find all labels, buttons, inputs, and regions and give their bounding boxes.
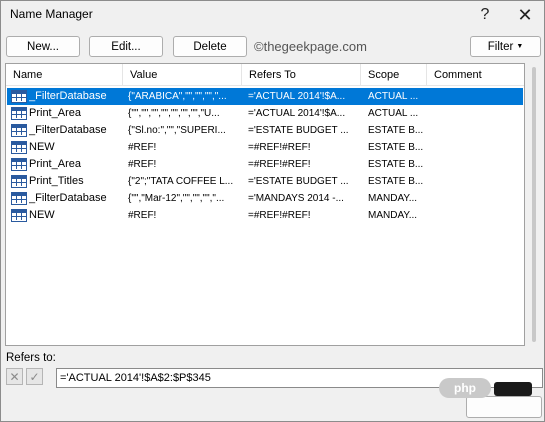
table-name-icon [11, 173, 29, 190]
name-manager-dialog: Name Manager ? ✕ New... Edit... Delete ©… [0, 0, 545, 422]
watermark: ©thegeekpage.com [254, 39, 367, 54]
row-scope: ACTUAL ... [368, 108, 419, 119]
table-name-icon [11, 207, 29, 224]
list-row[interactable]: Print_Titles {"2";"TATA COFFEE L... ='ESTA… [7, 173, 523, 190]
row-scope: ESTATE B... [368, 176, 424, 187]
refers-to-label: Refers to: [6, 352, 56, 364]
row-refers-to: ='ESTATE BUDGET ... [248, 176, 349, 187]
column-header-name[interactable]: Name [6, 64, 123, 86]
row-name: Print_Area [29, 107, 81, 119]
row-comment [433, 88, 521, 105]
row-refers-to: ='ESTATE BUDGET ... [248, 125, 349, 136]
cancel-icon[interactable]: ✕ [6, 368, 23, 385]
row-name: _FilterDatabase [29, 192, 107, 204]
row-scope: ESTATE B... [368, 125, 424, 136]
close-button[interactable] [466, 396, 542, 418]
column-header-scope[interactable]: Scope [361, 64, 427, 86]
list-row[interactable]: NEW #REF! =#REF!#REF! ESTATE B... [7, 139, 523, 156]
row-comment [433, 207, 521, 224]
row-comment [433, 122, 521, 139]
column-header-comment[interactable]: Comment [427, 64, 526, 86]
row-refers-to: =#REF!#REF! [248, 142, 311, 153]
row-comment [433, 156, 521, 173]
row-comment [433, 190, 521, 207]
column-header-value[interactable]: Value [123, 64, 242, 86]
row-name: _FilterDatabase [29, 90, 107, 102]
scrollbar-thumb[interactable] [532, 67, 536, 342]
dialog-title: Name Manager [10, 7, 93, 21]
list-row[interactable]: _FilterDatabase {"","Mar-12","","","","..… [7, 190, 523, 207]
names-list[interactable]: Name Value Refers To Scope Comment _Filt… [5, 63, 525, 346]
filter-button[interactable]: Filter ▼ [470, 36, 541, 57]
row-name: _FilterDatabase [29, 124, 107, 136]
delete-button[interactable]: Delete [173, 36, 247, 57]
row-refers-to: ='ACTUAL 2014'!$A... [248, 108, 346, 119]
row-scope: ACTUAL ... [368, 91, 419, 102]
edit-button[interactable]: Edit... [89, 36, 163, 57]
filter-button-label: Filter [487, 40, 514, 53]
row-scope: ESTATE B... [368, 142, 424, 153]
row-comment [433, 139, 521, 156]
row-name: Print_Area [29, 158, 81, 170]
close-icon[interactable]: ✕ [507, 1, 543, 29]
row-value: {"Sl.no:","","SUPERI... [128, 125, 226, 136]
obscured-overlay [494, 382, 532, 396]
column-header-refers-to[interactable]: Refers To [242, 64, 361, 86]
table-name-icon [11, 105, 29, 122]
list-row[interactable]: Print_Area #REF! =#REF!#REF! ESTATE B... [7, 156, 523, 173]
list-header: Name Value Refers To Scope Comment [6, 64, 524, 86]
table-name-icon [11, 88, 29, 105]
row-scope: MANDAY... [368, 193, 418, 204]
row-scope: ESTATE B... [368, 159, 424, 170]
table-name-icon [11, 156, 29, 173]
row-value: {"","Mar-12","","","","... [128, 193, 225, 204]
list-row[interactable]: _FilterDatabase {"ARABICA","","","","... =… [7, 88, 523, 105]
row-refers-to: ='MANDAYS 2014 -... [248, 193, 344, 204]
row-refers-to: ='ACTUAL 2014'!$A... [248, 91, 346, 102]
table-name-icon [11, 122, 29, 139]
row-name: Print_Titles [29, 175, 84, 187]
table-name-icon [11, 139, 29, 156]
row-value: #REF! [128, 142, 157, 153]
list-row[interactable]: Print_Area {"","","","","","","","U... ='A… [7, 105, 523, 122]
row-comment [433, 173, 521, 190]
new-button[interactable]: New... [6, 36, 80, 57]
help-icon[interactable]: ? [467, 1, 503, 29]
row-refers-to: =#REF!#REF! [248, 159, 311, 170]
row-value: #REF! [128, 210, 157, 221]
caret-down-icon: ▼ [516, 43, 524, 50]
refers-to-label-text: Refers to: [6, 352, 56, 364]
php-badge: php [439, 378, 491, 398]
title-bar: Name Manager ? ✕ [1, 1, 544, 29]
edit-button-label: Edit... [111, 40, 141, 53]
table-name-icon [11, 190, 29, 207]
vertical-scrollbar[interactable] [528, 63, 541, 346]
row-value: {"2";"TATA COFFEE L... [128, 176, 234, 187]
row-value: {"ARABICA","","","","... [128, 91, 227, 102]
row-comment [433, 105, 521, 122]
row-value: {"","","","","","","","U... [128, 108, 220, 119]
row-name: NEW [29, 209, 55, 221]
row-value: #REF! [128, 159, 157, 170]
row-refers-to: =#REF!#REF! [248, 210, 311, 221]
row-name: NEW [29, 141, 55, 153]
checkmark-icon[interactable]: ✓ [26, 368, 43, 385]
delete-button-label: Delete [193, 40, 227, 53]
list-row[interactable]: _FilterDatabase {"Sl.no:","","SUPERI... ='… [7, 122, 523, 139]
new-button-label: New... [27, 40, 59, 53]
list-row[interactable]: NEW #REF! =#REF!#REF! MANDAY... [7, 207, 523, 224]
row-scope: MANDAY... [368, 210, 418, 221]
